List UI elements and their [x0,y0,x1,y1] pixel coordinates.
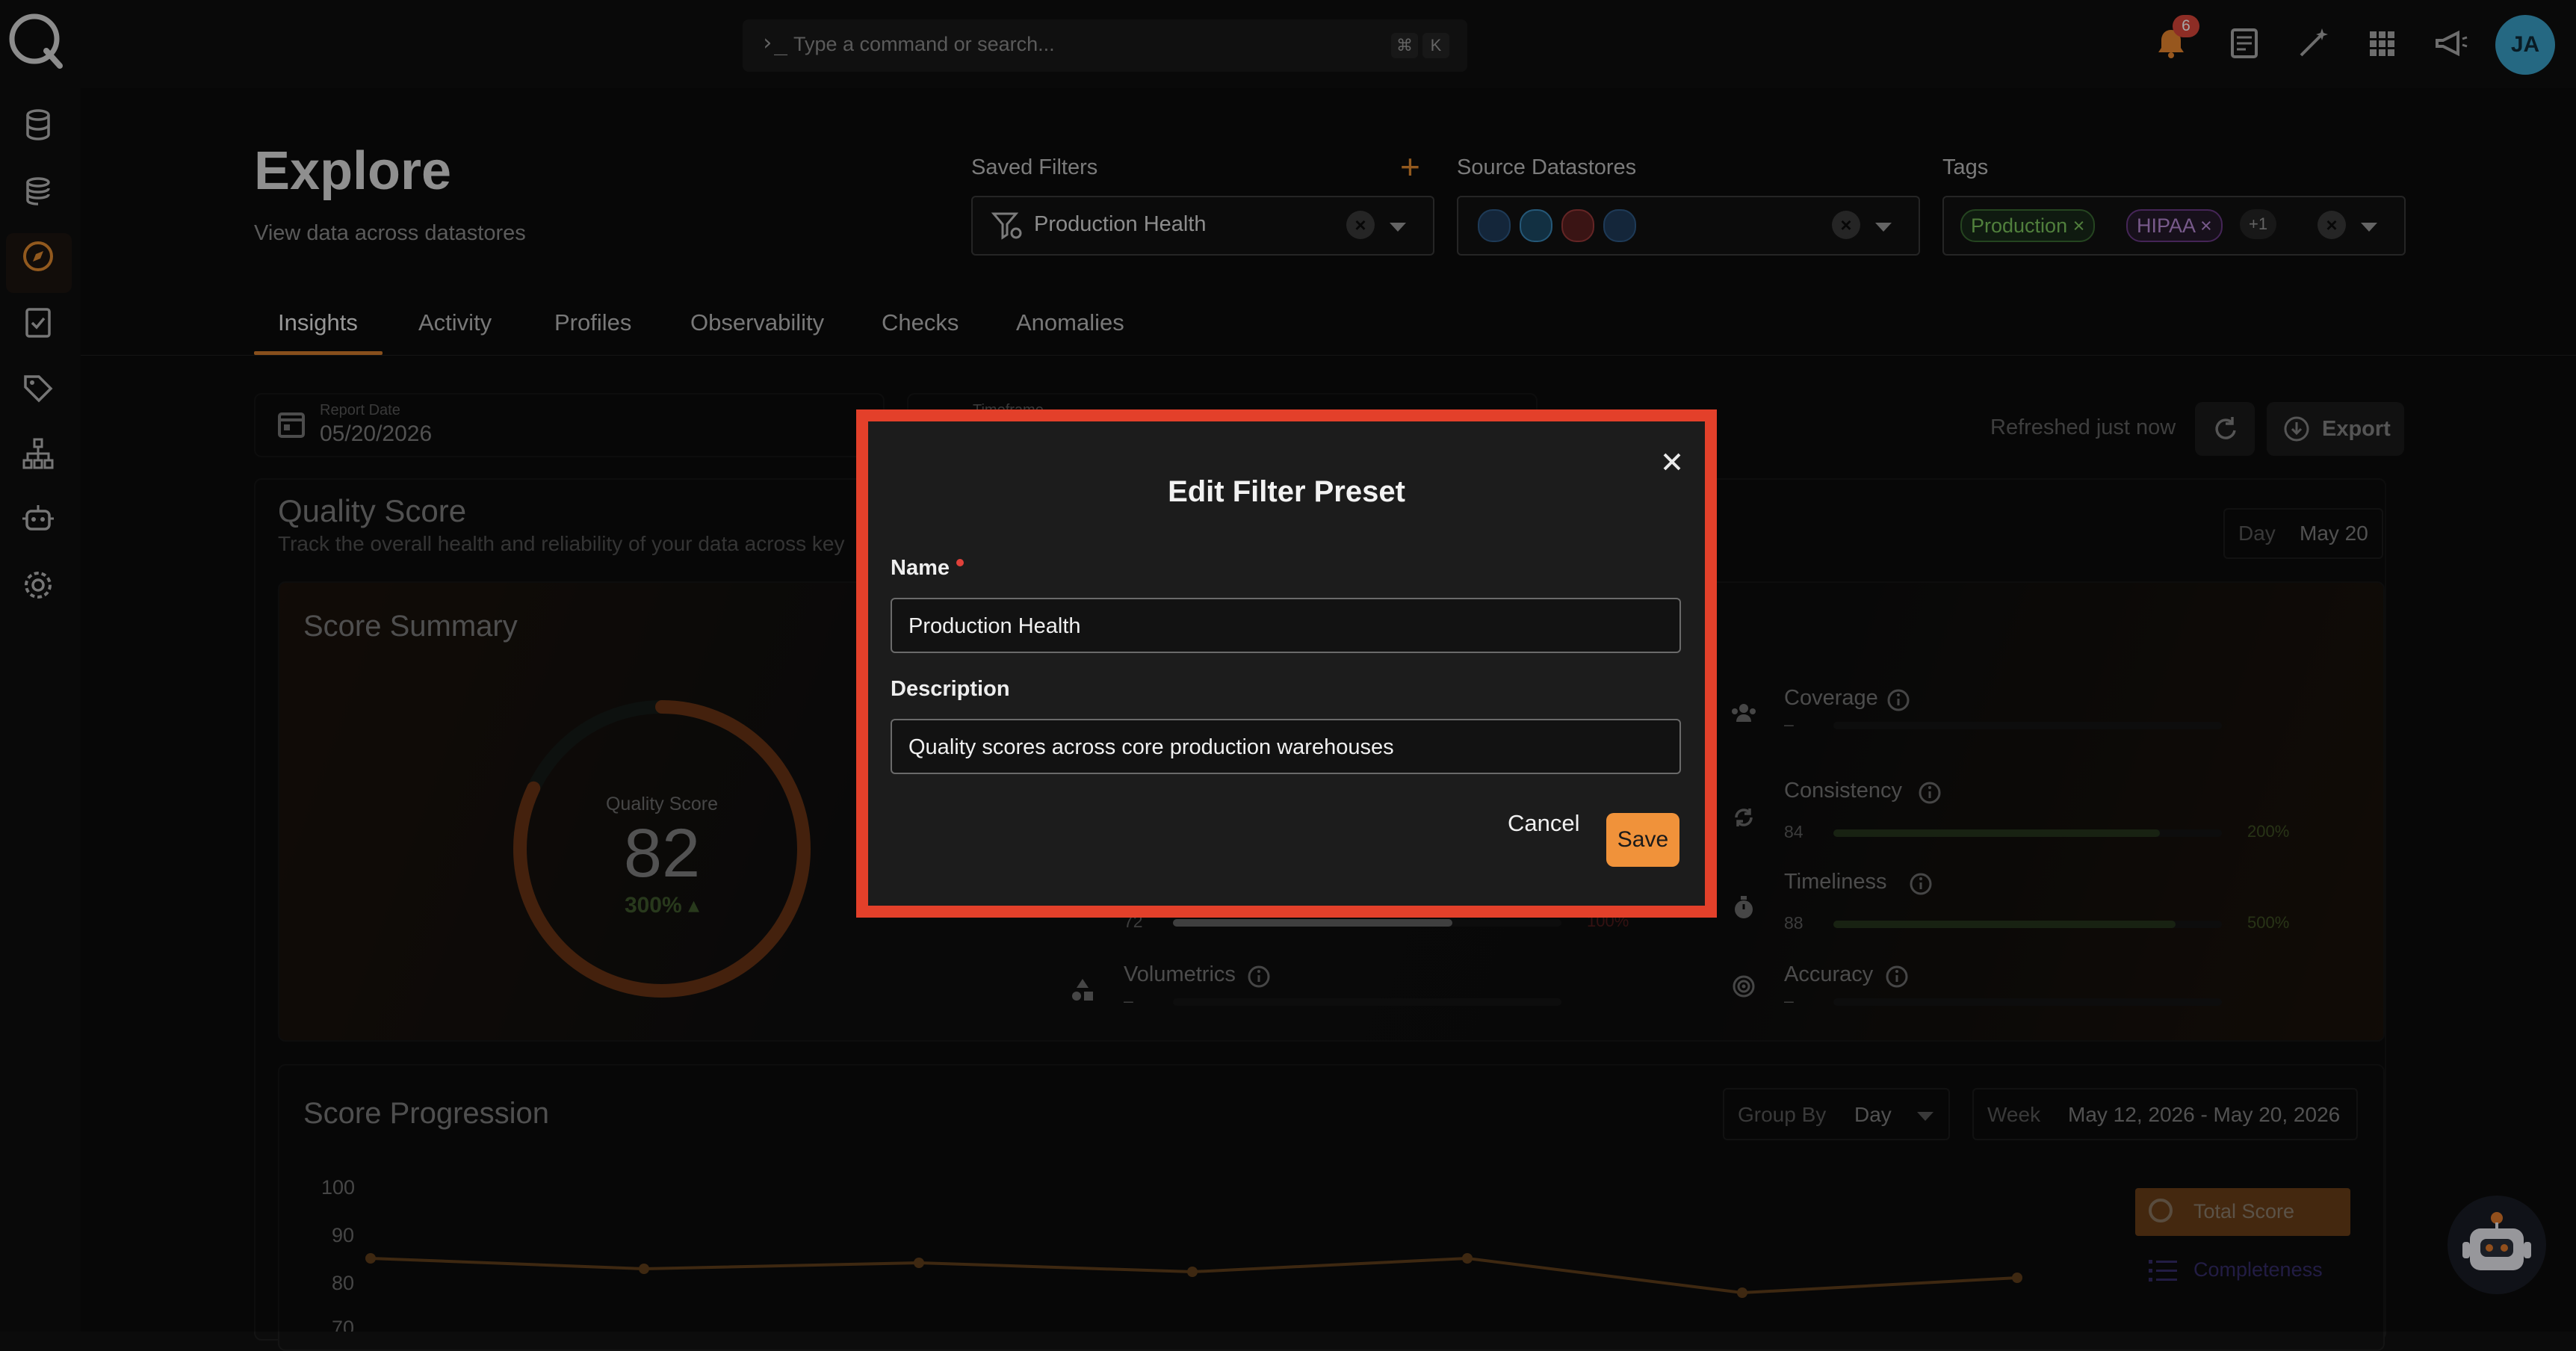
save-button[interactable]: Save [1606,813,1679,867]
description-input[interactable]: Quality scores across core production wa… [891,719,1681,774]
description-field-label: Description [891,677,1010,701]
name-input-value: Production Health [908,614,1081,638]
dialog-title: Edit Filter Preset [1168,475,1405,508]
cancel-button[interactable]: Cancel [1508,810,1580,837]
name-field-label: Name [891,556,950,580]
edit-filter-preset-dialog: Edit Filter Preset Name Production Healt… [868,421,1705,906]
name-input[interactable]: Production Health [891,598,1681,653]
description-input-value: Quality scores across core production wa… [908,735,1394,759]
close-icon[interactable] [1657,447,1687,477]
required-indicator [956,559,964,566]
